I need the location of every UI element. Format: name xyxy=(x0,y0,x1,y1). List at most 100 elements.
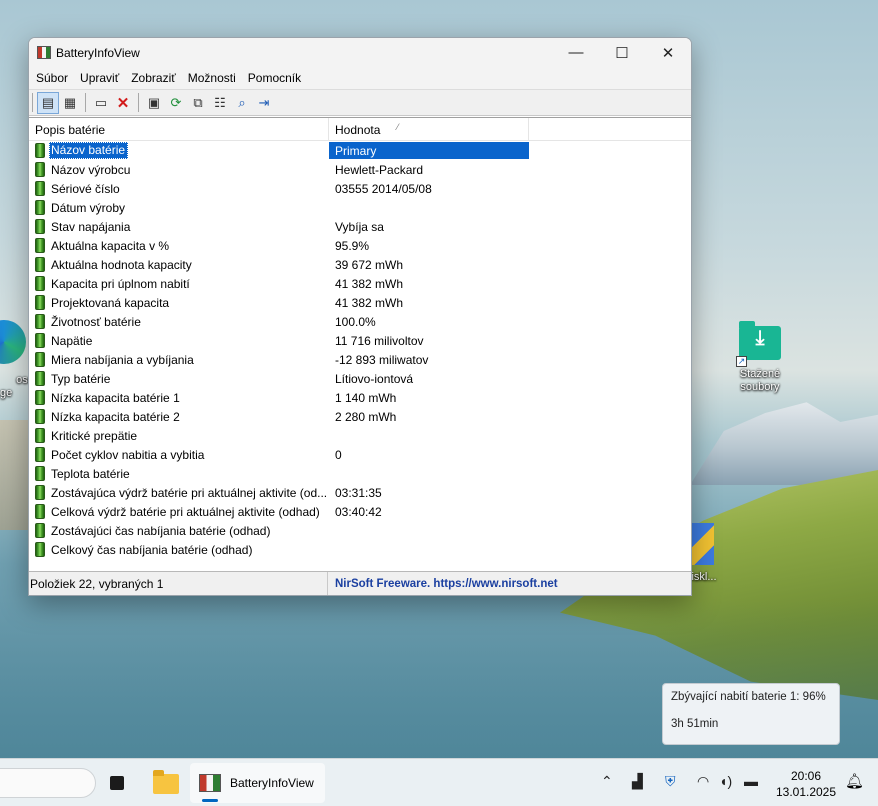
row-description-cell: Zostávajúci čas nabíjania batérie (odhad… xyxy=(29,523,329,538)
save-icon[interactable]: ▣ xyxy=(143,92,165,114)
row-value: Lítiovo-iontová xyxy=(335,371,414,386)
file-explorer-icon[interactable] xyxy=(153,770,179,794)
window-icon[interactable]: ▭ xyxy=(90,92,112,114)
list-row[interactable]: Zostávajúci čas nabíjania batérie (odhad… xyxy=(29,521,691,540)
list-row[interactable]: Miera nabíjania a vybíjania -12 893 miliw… xyxy=(29,350,691,369)
row-description: Sériové číslo xyxy=(51,181,120,196)
battery-icon xyxy=(35,542,45,557)
list-row[interactable]: Názov výrobcu Hewlett-Packard xyxy=(29,160,691,179)
download-folder-icon: ⤓ xyxy=(739,321,781,360)
battery-notification[interactable]: Zbývající nabití baterie 1: 96% 3h 51min xyxy=(662,683,840,745)
list-row[interactable]: Kritické prepätie xyxy=(29,426,691,445)
list-row[interactable]: Počet cyklov nabitia a vybitia 0 xyxy=(29,445,691,464)
battery-icon xyxy=(35,181,45,196)
row-description-cell: Miera nabíjania a vybíjania xyxy=(29,352,329,367)
battery-icon xyxy=(35,295,45,310)
row-description: Aktuálna hodnota kapacity xyxy=(51,257,192,272)
list-row[interactable]: Celkový čas nabíjania batérie (odhad) xyxy=(29,540,691,559)
wifi-icon[interactable]: ◠ xyxy=(697,773,709,790)
active-app-indicator xyxy=(202,799,218,802)
downloads-shortcut[interactable]: ⤓ ↗ Stažené soubory xyxy=(724,321,796,394)
row-value: 39 672 mWh xyxy=(335,257,404,272)
row-description-cell: Sériové číslo xyxy=(29,181,329,196)
battery-icon xyxy=(35,333,45,348)
minimize-button[interactable]: — xyxy=(553,38,599,67)
taskbar: BatteryInfoView ⌃ ▟ ⛨ ◠ ◖) ▬ 20:06 13.01… xyxy=(0,758,878,806)
list-row[interactable]: Sériové číslo 03555 2014/05/08 xyxy=(29,179,691,198)
battery-app-icon xyxy=(199,774,221,792)
list-row[interactable]: Zostávajúca výdrž batérie pri aktuálnej … xyxy=(29,483,691,502)
battery-icon xyxy=(35,409,45,424)
properties-icon[interactable]: ☷ xyxy=(209,92,231,114)
maximize-button[interactable]: ☐ xyxy=(599,38,645,67)
row-description-cell: Napätie xyxy=(29,333,329,348)
menu-options[interactable]: Možnosti xyxy=(183,71,241,85)
row-value: 100.0% xyxy=(335,314,376,329)
list-row[interactable]: Teplota batérie xyxy=(29,464,691,483)
row-description: Projektovaná kapacita xyxy=(51,295,170,310)
row-description: Zostávajúca výdrž batérie pri aktuálnej … xyxy=(51,485,328,500)
row-value: 03555 2014/05/08 xyxy=(335,181,432,196)
row-description-cell: Celková výdrž batérie pri aktuálnej akti… xyxy=(29,504,329,519)
column-header-description[interactable]: Popis batérie xyxy=(29,118,329,140)
battery-info-list[interactable]: Popis batérie Hodnota ⁄ Názov batérie Pri… xyxy=(29,117,691,572)
row-description: Názov výrobcu xyxy=(51,162,131,177)
row-description-cell: Kapacita pri úplnom nabití xyxy=(29,276,329,291)
view-log-icon[interactable]: ▦ xyxy=(59,92,81,114)
task-view-icon[interactable] xyxy=(110,772,132,794)
list-row[interactable]: Celková výdrž batérie pri aktuálnej akti… xyxy=(29,502,691,521)
list-row[interactable]: Životnosť batérie 100.0% xyxy=(29,312,691,331)
row-value: Hewlett-Packard xyxy=(335,162,424,177)
menu-edit[interactable]: Upraviť xyxy=(75,71,124,85)
list-row[interactable]: Stav napájania Vybíja sa xyxy=(29,217,691,236)
list-row[interactable]: Aktuálna hodnota kapacity 39 672 mWh xyxy=(29,255,691,274)
security-shield-icon[interactable]: ⛨ xyxy=(665,773,676,790)
row-description: Nízka kapacita batérie 2 xyxy=(51,409,180,424)
copy-icon[interactable]: ⧉ xyxy=(187,92,209,114)
menu-file[interactable]: Súbor xyxy=(31,71,73,85)
row-description: Miera nabíjania a vybíjania xyxy=(51,352,194,367)
nirsoft-link[interactable]: NirSoft Freeware. https://www.nirsoft.ne… xyxy=(328,578,558,590)
menu-view[interactable]: Zobraziť xyxy=(126,71,181,85)
row-description-cell: Nízka kapacita batérie 2 xyxy=(29,409,329,424)
chevron-up-icon[interactable]: ⌃ xyxy=(601,773,613,790)
title-bar[interactable]: BatteryInfoView — ☐ ✕ xyxy=(29,38,691,67)
volume-icon[interactable]: ◖) xyxy=(719,773,732,789)
list-row[interactable]: Typ batérie Lítiovo-iontová xyxy=(29,369,691,388)
list-row[interactable]: Kapacita pri úplnom nabití 41 382 mWh xyxy=(29,274,691,293)
taskbar-clock[interactable]: 20:06 13.01.2025 xyxy=(772,768,840,800)
menu-help[interactable]: Pomocník xyxy=(243,71,306,85)
list-row[interactable]: Aktuálna kapacita v % 95.9% xyxy=(29,236,691,255)
delete-icon[interactable]: ✕ xyxy=(112,92,134,114)
list-row[interactable]: Názov batérie Primary xyxy=(29,141,691,160)
battery-icon xyxy=(35,314,45,329)
list-row[interactable]: Projektovaná kapacita 41 382 mWh xyxy=(29,293,691,312)
battery-icon[interactable]: ▬ xyxy=(744,773,758,789)
find-icon[interactable]: ⌕ xyxy=(231,92,253,114)
exit-icon[interactable]: ⇥ xyxy=(253,92,275,114)
battery-icon xyxy=(35,143,45,158)
row-description: Typ batérie xyxy=(51,371,111,386)
row-value: 1 140 mWh xyxy=(335,390,397,405)
clock-time: 20:06 xyxy=(790,769,822,783)
column-header-value[interactable]: Hodnota ⁄ xyxy=(329,118,529,140)
sort-indicator-icon: ⁄ xyxy=(397,122,399,132)
row-description-cell: Zostávajúca výdrž batérie pri aktuálnej … xyxy=(29,485,329,500)
close-button[interactable]: ✕ xyxy=(645,38,691,67)
taskbar-batteryinfoview-button[interactable]: BatteryInfoView xyxy=(190,763,325,803)
battery-icon xyxy=(35,257,45,272)
row-value: Primary xyxy=(329,142,529,159)
row-description: Celková výdrž batérie pri aktuálnej akti… xyxy=(51,504,320,519)
list-row[interactable]: Nízka kapacita batérie 1 1 140 mWh xyxy=(29,388,691,407)
refresh-icon[interactable]: ⟳ xyxy=(165,92,187,114)
pen-menu-icon[interactable]: ▟ xyxy=(632,773,643,790)
list-row[interactable]: Napätie 11 716 milivoltov xyxy=(29,331,691,350)
row-description: Celkový čas nabíjania batérie (odhad) xyxy=(51,542,253,557)
edge-icon[interactable] xyxy=(0,320,26,364)
notification-bell-icon[interactable]: 🔔︎ xyxy=(845,772,864,790)
list-row[interactable]: Dátum výroby xyxy=(29,198,691,217)
taskbar-search-box[interactable] xyxy=(0,768,96,798)
view-battery-info-icon[interactable]: ▤ xyxy=(37,91,59,114)
list-row[interactable]: Nízka kapacita batérie 2 2 280 mWh xyxy=(29,407,691,426)
row-description-cell: Nízka kapacita batérie 1 xyxy=(29,390,329,405)
